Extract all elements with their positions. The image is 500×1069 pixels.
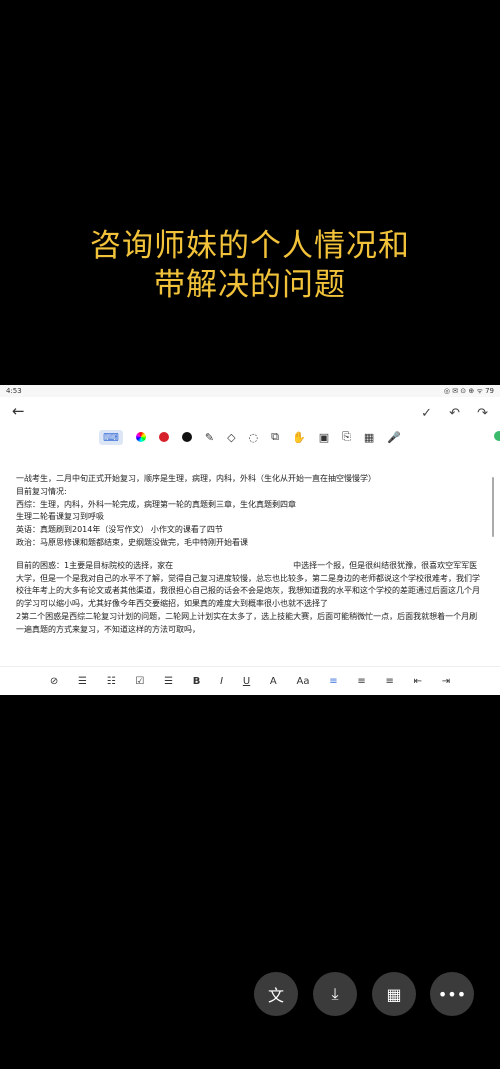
doc-line: 生理二轮看课复习到呼吸 [16, 512, 104, 522]
eraser-icon[interactable]: ◇ [227, 431, 235, 444]
list-icon[interactable]: ☰ [164, 676, 173, 687]
top-bar: ← ✓ ↶ ↷ [0, 397, 500, 425]
apps-button[interactable]: ▦ [372, 972, 416, 1016]
status-icons: ◎ ✉ ⊙ ⊕ ᯤ 79 [443, 386, 494, 395]
caption-line-2: 带解决的问题 [154, 267, 346, 303]
para1-start: 目前的困惑：1主要是目标院校的选择，家在 [16, 560, 174, 570]
status-time: 4:53 [6, 387, 22, 395]
align-right-icon[interactable]: ≡ [385, 676, 393, 687]
drawing-toolbar: ⌨ ✎ ◇ ◌ ⧉ ✋ ▣ ⎘ ▦ 🎤 [0, 425, 500, 449]
redo-icon[interactable]: ↷ [477, 406, 488, 421]
status-bar: 4:53 ◎ ✉ ⊙ ⊕ ᯤ 79 [0, 385, 500, 397]
doc-line: 英语：真题刷到2014年（没写作文） 小作文的课看了四节 [16, 525, 223, 535]
translate-button[interactable]: 文 [254, 972, 298, 1016]
checklist-icon[interactable]: ⊘ [50, 676, 58, 687]
hand-icon[interactable]: ✋ [292, 431, 306, 444]
keyboard-icon[interactable]: ⌨ [98, 429, 123, 445]
text-color-button[interactable]: A [270, 676, 277, 687]
image-icon[interactable]: ▣ [319, 431, 329, 444]
bullet-list-icon[interactable]: ☰ [78, 676, 87, 687]
doc-line: 目前复习情况: [16, 486, 67, 496]
outdent-icon[interactable]: ⇤ [414, 676, 422, 687]
note-body[interactable]: 一战考生，二月中旬正式开始复习，顺序是生理，病理，内科，外科（生化从开始一直在抽… [0, 449, 500, 637]
doc-paragraph: 目前的困惑：1主要是目标院校的选择，家在 中选择一个报，但是很纠结很犹豫，很喜欢空… [16, 559, 484, 611]
check-icon[interactable]: ✓ [421, 406, 432, 421]
format-toolbar: ⊘ ☰ ☷ ☑ ☰ B I U A Aa ≡ ≡ ≡ ⇤ ⇥ [0, 666, 500, 695]
numbered-list-icon[interactable]: ☷ [107, 676, 116, 687]
doc-line: 西综：生理，内科，外科一轮完成，病理第一轮的真题剩三章，生化真题剩四章 [16, 499, 296, 509]
black-color-swatch[interactable] [181, 432, 192, 442]
back-icon[interactable]: ← [12, 402, 25, 420]
bold-button[interactable]: B [193, 676, 201, 687]
caption-line-1: 咨询师妹的个人情况和 [90, 228, 410, 264]
mic-icon[interactable]: 🎤 [387, 431, 401, 444]
crop-icon[interactable]: ⧉ [271, 430, 279, 444]
doc-line: 一战考生，二月中旬正式开始复习，顺序是生理，病理，内科，外科（生化从开始一直在抽… [16, 474, 376, 483]
pen-icon[interactable]: ✎ [205, 431, 214, 444]
redacted-area [173, 559, 294, 568]
red-color-swatch[interactable] [158, 432, 169, 442]
doc-paragraph: 2第二个困惑是西综二轮复习计划的问题，二轮网上计划实在太多了，选上技能大赛，后面… [16, 611, 478, 634]
green-indicator [494, 431, 500, 441]
attach-icon[interactable]: ⎘ [342, 430, 351, 444]
notes-screenshot: 4:53 ◎ ✉ ⊙ ⊕ ᯤ 79 ← ✓ ↶ ↷ ⌨ ✎ ◇ ◌ ⧉ ✋ ▣ … [0, 385, 500, 695]
italic-button[interactable]: I [220, 676, 223, 687]
doc-line: 政治：马原思修课和题都结束，史纲题没做完，毛中特刚开始看课 [16, 537, 248, 547]
more-button[interactable]: ••• [430, 972, 474, 1016]
lasso-icon[interactable]: ◌ [249, 431, 259, 444]
align-left-icon[interactable]: ≡ [329, 676, 337, 687]
underline-button[interactable]: U [243, 676, 250, 687]
grid-icon[interactable]: ▦ [364, 431, 374, 444]
align-center-icon[interactable]: ≡ [357, 676, 365, 687]
indent-icon[interactable]: ⇥ [442, 676, 450, 687]
todo-list-icon[interactable]: ☑ [135, 676, 144, 687]
font-size-button[interactable]: Aa [296, 676, 309, 687]
color-wheel-icon[interactable] [135, 432, 146, 442]
undo-icon[interactable]: ↶ [449, 406, 460, 421]
download-button[interactable]: ⤓ [313, 972, 357, 1016]
